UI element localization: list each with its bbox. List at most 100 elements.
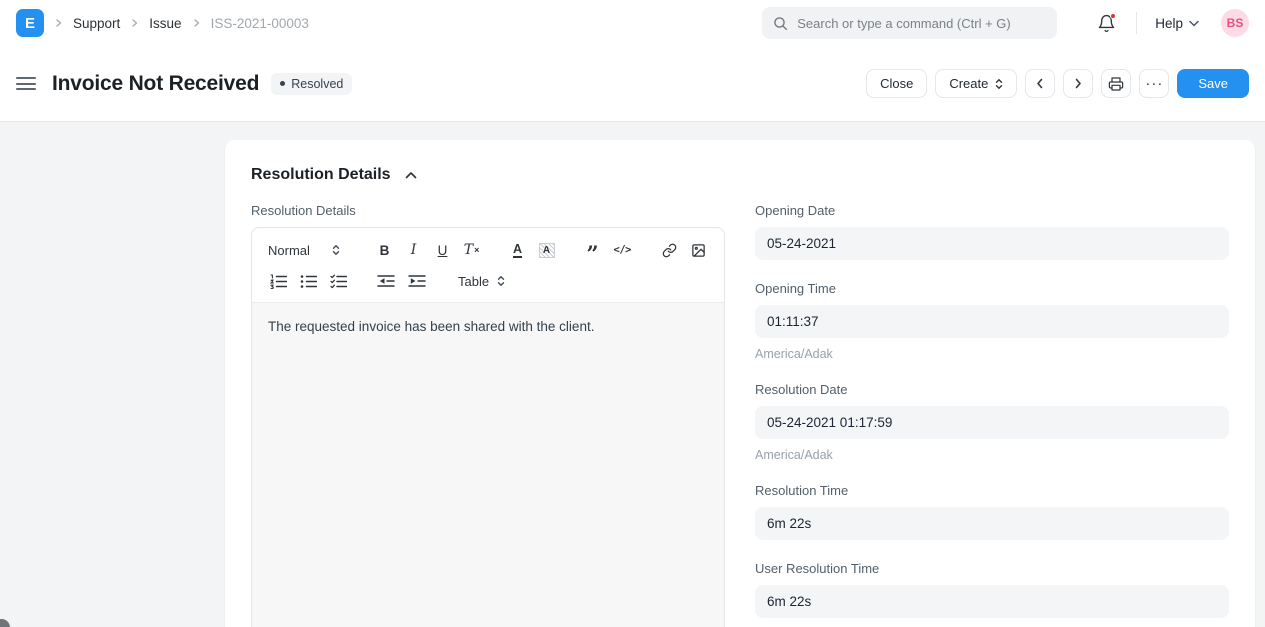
dates-column: Opening Date 05-24-2021 Opening Time 01:… xyxy=(755,203,1229,627)
logo-glyph: E xyxy=(25,15,35,32)
resolution-details-column: Resolution Details Normal B I U xyxy=(251,203,725,627)
printer-icon xyxy=(1108,76,1124,92)
print-button[interactable] xyxy=(1101,69,1131,98)
sidebar-toggle-button[interactable] xyxy=(16,73,36,94)
breadcrumb-issue[interactable]: Issue xyxy=(149,16,181,31)
timezone-helper: America/Adak xyxy=(755,448,1229,462)
chevron-right-icon xyxy=(130,18,139,28)
field-label: Opening Time xyxy=(755,281,1229,296)
highlight-button[interactable]: A xyxy=(537,239,557,261)
chevron-down-icon xyxy=(1189,20,1199,27)
app-logo[interactable]: E xyxy=(16,9,44,37)
select-arrows-icon xyxy=(995,78,1003,90)
section-header: Resolution Details xyxy=(251,166,1229,184)
field-user-resolution-time: User Resolution Time 6m 22s xyxy=(755,561,1229,618)
ellipsis-icon: ··· xyxy=(1145,76,1163,91)
editor-text: The requested invoice has been shared wi… xyxy=(268,319,708,334)
notification-dot xyxy=(1110,13,1116,19)
breadcrumb-current: ISS-2021-00003 xyxy=(211,16,309,31)
indent-icon xyxy=(408,274,426,288)
outdent-button[interactable] xyxy=(375,270,397,292)
next-document-button[interactable] xyxy=(1063,69,1093,98)
avatar-initials: BS xyxy=(1227,16,1244,30)
previous-document-button[interactable] xyxy=(1025,69,1055,98)
section-columns: Resolution Details Normal B I U xyxy=(251,203,1229,627)
bullet-list-button[interactable] xyxy=(298,270,319,292)
ordered-list-button[interactable] xyxy=(268,270,289,292)
link-button[interactable] xyxy=(659,239,679,261)
text-color-button[interactable]: A xyxy=(508,239,528,261)
save-button[interactable]: Save xyxy=(1177,69,1249,98)
bullet-list-icon xyxy=(300,274,317,289)
page-header: Invoice Not Received Resolved Close Crea… xyxy=(0,46,1265,122)
select-arrows-icon xyxy=(332,244,340,256)
user-avatar[interactable]: BS xyxy=(1221,9,1249,37)
search-input[interactable]: Search or type a command (Ctrl + G) xyxy=(762,7,1057,39)
blockquote-button[interactable]: ” xyxy=(583,239,603,261)
opening-time-input[interactable]: 01:11:37 xyxy=(755,305,1229,338)
image-icon xyxy=(691,243,706,258)
help-label: Help xyxy=(1155,16,1183,31)
insert-image-button[interactable] xyxy=(688,239,708,261)
italic-button[interactable]: I xyxy=(404,239,424,261)
format-group: B I U T× xyxy=(375,239,482,261)
paragraph-style-value: Normal xyxy=(268,243,310,258)
checklist-button[interactable] xyxy=(328,270,349,292)
table-menu-select[interactable]: Table xyxy=(458,274,505,289)
toolbar-row-2: Table xyxy=(268,266,708,296)
create-button[interactable]: Create xyxy=(935,69,1017,98)
highlight-icon: A xyxy=(539,243,555,258)
field-opening-time: Opening Time 01:11:37 America/Adak xyxy=(755,281,1229,361)
status-dot-icon xyxy=(280,81,285,86)
link-icon xyxy=(662,243,677,258)
insert-group xyxy=(659,239,708,261)
help-menu[interactable]: Help xyxy=(1155,16,1199,31)
paragraph-style-select[interactable]: Normal xyxy=(268,243,349,258)
block-group: ” </> xyxy=(583,239,633,261)
navbar-divider xyxy=(1136,12,1137,34)
page-body: Resolution Details Resolution Details No… xyxy=(0,122,1265,627)
navbar-actions: Search or type a command (Ctrl + G) Help… xyxy=(762,7,1249,39)
ordered-list-icon xyxy=(270,274,287,289)
resolution-date-input[interactable]: 05-24-2021 01:17:59 xyxy=(755,406,1229,439)
field-label: Resolution Time xyxy=(755,483,1229,498)
header-actions: Close Create ··· Save xyxy=(866,69,1249,98)
collapse-section-button[interactable] xyxy=(403,169,419,181)
underline-button[interactable]: U xyxy=(433,239,453,261)
breadcrumb: E Support Issue ISS-2021-00003 xyxy=(16,9,309,37)
editor-content[interactable]: The requested invoice has been shared wi… xyxy=(252,303,724,627)
code-button[interactable]: </> xyxy=(612,239,633,261)
chevron-up-icon xyxy=(405,171,417,179)
resolution-time-input[interactable]: 6m 22s xyxy=(755,507,1229,540)
table-menu-label: Table xyxy=(458,274,489,289)
notifications-button[interactable] xyxy=(1097,14,1116,33)
user-resolution-time-input[interactable]: 6m 22s xyxy=(755,585,1229,618)
outdent-icon xyxy=(377,274,395,288)
indent-group xyxy=(375,270,428,292)
chevron-right-icon xyxy=(192,18,201,28)
page-title: Invoice Not Received xyxy=(52,72,259,96)
clear-format-x: × xyxy=(474,245,479,255)
editor-field-label: Resolution Details xyxy=(251,203,725,218)
bold-button[interactable]: B xyxy=(375,239,395,261)
breadcrumb-support[interactable]: Support xyxy=(73,16,120,31)
select-arrows-icon xyxy=(497,275,505,287)
color-group: A A xyxy=(508,239,557,261)
navbar: E Support Issue ISS-2021-00003 Search or… xyxy=(0,0,1265,46)
status-label: Resolved xyxy=(291,77,343,91)
field-opening-date: Opening Date 05-24-2021 xyxy=(755,203,1229,260)
search-icon xyxy=(773,16,788,31)
close-button[interactable]: Close xyxy=(866,69,927,98)
timezone-helper: America/Adak xyxy=(755,347,1229,361)
chevron-right-icon xyxy=(54,18,63,28)
field-resolution-time: Resolution Time 6m 22s xyxy=(755,483,1229,540)
section-title: Resolution Details xyxy=(251,166,391,184)
opening-date-input[interactable]: 05-24-2021 xyxy=(755,227,1229,260)
clear-format-button[interactable]: T× xyxy=(462,239,482,261)
indent-button[interactable] xyxy=(406,270,428,292)
field-label: Resolution Date xyxy=(755,382,1229,397)
toolbar-row-1: Normal B I U T× A A xyxy=(268,235,708,265)
text-color-icon: A xyxy=(513,242,522,258)
create-label: Create xyxy=(949,76,988,91)
menu-button[interactable]: ··· xyxy=(1139,69,1169,98)
